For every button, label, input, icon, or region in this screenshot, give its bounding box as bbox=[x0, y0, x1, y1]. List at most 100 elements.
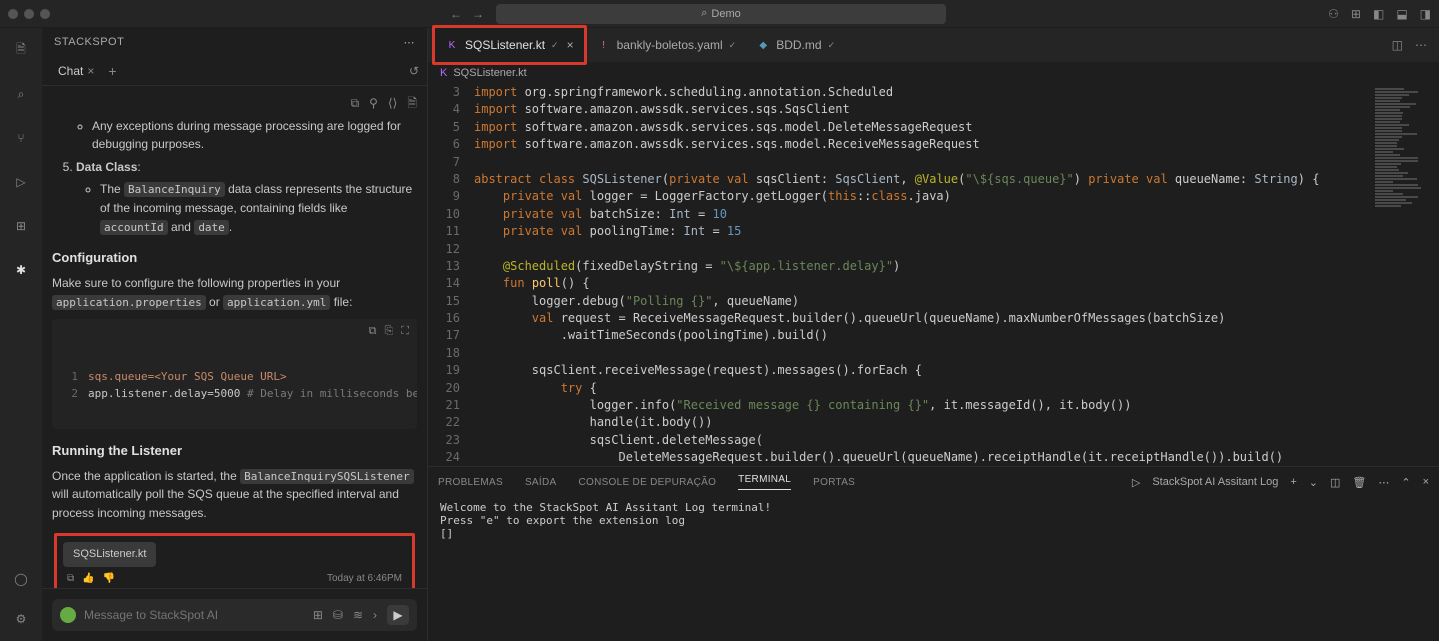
chat-doc-icon[interactable]: 🗎 bbox=[407, 94, 417, 113]
markdown-file-icon: ◆ bbox=[756, 38, 770, 52]
terminal-profile-label[interactable]: StackSpot AI Assitant Log bbox=[1152, 476, 1278, 488]
code-content[interactable]: import org.springframework.scheduling.an… bbox=[474, 84, 1439, 466]
sidebar-stackspot: STACKSPOT ⋯ Chat × + ↺ ⧉ ⚲ ⟨⟩ 🗎 Any exce… bbox=[42, 28, 428, 641]
breadcrumb-file: SQSListener.kt bbox=[453, 67, 526, 79]
terminal-body[interactable]: Welcome to the StackSpot AI Assitant Log… bbox=[428, 497, 1439, 641]
new-terminal-icon[interactable]: + bbox=[1290, 476, 1296, 488]
code-line: app.listener.delay=5000 bbox=[88, 387, 247, 400]
nav-back-icon[interactable]: ← bbox=[450, 7, 462, 21]
heading-configuration: Configuration bbox=[52, 248, 417, 268]
terminal-line: Welcome to the StackSpot AI Assitant Log… bbox=[440, 501, 771, 514]
avatar-icon bbox=[60, 607, 76, 623]
extensions-icon[interactable]: ⊞ bbox=[11, 216, 31, 236]
send-button[interactable]: ▶ bbox=[387, 605, 409, 625]
command-center[interactable]: ⌕ Demo bbox=[496, 4, 946, 24]
file-chip[interactable]: SQSListener.kt bbox=[63, 542, 156, 567]
minimap[interactable] bbox=[1369, 84, 1439, 466]
terminal-line: Press "e" to export the extension log bbox=[440, 514, 685, 527]
kill-terminal-icon[interactable]: 🗑 bbox=[1352, 476, 1366, 489]
nav-forward-icon[interactable]: → bbox=[472, 7, 484, 21]
panel-tab-debug[interactable]: CONSOLE DE DEPURAÇÃO bbox=[578, 477, 716, 488]
chat-input-field[interactable] bbox=[84, 608, 305, 622]
layout-customize-icon[interactable]: ⊞ bbox=[1351, 7, 1361, 21]
yaml-file-icon: ! bbox=[597, 38, 611, 52]
panel-tab-problems[interactable]: PROBLEMAS bbox=[438, 477, 503, 488]
thumbs-down-icon[interactable]: 👎 bbox=[103, 571, 115, 587]
chat-copy-icon[interactable]: ⧉ bbox=[351, 94, 360, 113]
panel-tab-output[interactable]: SAÍDA bbox=[525, 477, 557, 488]
terminal-dropdown-icon[interactable]: ⌄ bbox=[1309, 476, 1318, 489]
code-editor[interactable]: 3456789101112131415161718192021222324252… bbox=[428, 84, 1439, 466]
active-tab-highlight: K SQSListener.kt ✓ × bbox=[432, 25, 587, 65]
expand-code-icon[interactable]: ⛶ bbox=[401, 323, 409, 340]
thumbs-up-icon[interactable]: 👍 bbox=[82, 571, 94, 587]
code-app-yml: application.yml bbox=[223, 295, 330, 310]
editor-tabs: K SQSListener.kt ✓ × ! bankly-boletos.ya… bbox=[428, 28, 1439, 62]
tab-bankly-boletos[interactable]: ! bankly-boletos.yaml ✓ bbox=[587, 28, 747, 62]
code-date: date bbox=[194, 220, 229, 235]
copy-code-icon[interactable]: ⧉ bbox=[369, 323, 377, 340]
toggle-secondary-icon[interactable]: ◨ bbox=[1420, 7, 1431, 21]
chat-tab[interactable]: Chat × bbox=[50, 60, 102, 82]
chat-link-icon[interactable]: ⚲ bbox=[369, 94, 378, 113]
split-terminal-icon[interactable]: ◫ bbox=[1330, 476, 1340, 489]
heading-running: Running the Listener bbox=[52, 441, 417, 461]
saved-check-icon: ✓ bbox=[729, 40, 737, 51]
code-line: sqs.queue=<Your SQS Queue URL> bbox=[88, 370, 287, 383]
saved-check-icon: ✓ bbox=[828, 40, 836, 51]
search-placeholder: Demo bbox=[711, 8, 740, 20]
file-reference-highlight: SQSListener.kt ⧉ 👍 👎 Today at 6:46PM bbox=[54, 533, 415, 588]
text: file: bbox=[330, 295, 352, 309]
close-panel-icon[interactable]: × bbox=[1423, 476, 1429, 488]
saved-check-icon: ✓ bbox=[551, 40, 559, 51]
line-gutter: 3456789101112131415161718192021222324252… bbox=[428, 84, 474, 466]
breadcrumb[interactable]: K SQSListener.kt bbox=[428, 62, 1439, 84]
close-tab-icon[interactable]: × bbox=[567, 38, 574, 52]
toggle-panel-icon[interactable]: ⬓ bbox=[1396, 7, 1407, 21]
text: and bbox=[168, 220, 195, 234]
split-editor-icon[interactable]: ◫ bbox=[1392, 38, 1403, 52]
panel-tab-terminal[interactable]: TERMINAL bbox=[738, 474, 791, 490]
maximize-panel-icon[interactable]: ⌃ bbox=[1401, 476, 1410, 489]
minimize-window-icon[interactable] bbox=[24, 9, 34, 19]
tab-bdd-md[interactable]: ◆ BDD.md ✓ bbox=[746, 28, 845, 62]
close-chat-icon[interactable]: × bbox=[87, 64, 94, 78]
code-balanceinquiry: BalanceInquiry bbox=[124, 182, 225, 197]
sidebar-more-icon[interactable]: ⋯ bbox=[404, 36, 416, 49]
terminal-profile-icon: ▷ bbox=[1132, 476, 1140, 489]
close-window-icon[interactable] bbox=[8, 9, 18, 19]
stackspot-icon[interactable]: ✱ bbox=[11, 260, 31, 280]
chevron-right-icon[interactable]: › bbox=[373, 608, 377, 622]
copilot-icon[interactable]: ⚇ bbox=[1328, 7, 1339, 21]
layers-icon[interactable]: ≋ bbox=[353, 608, 363, 622]
chat-input[interactable]: ⊞ ⛁ ≋ › ▶ bbox=[52, 599, 417, 631]
tab-sqslistener[interactable]: K SQSListener.kt ✓ × bbox=[435, 28, 584, 62]
settings-gear-icon[interactable]: ⚙ bbox=[11, 609, 31, 629]
toggle-sidebar-icon[interactable]: ◧ bbox=[1373, 7, 1384, 21]
editor-group: K SQSListener.kt ✓ × ! bankly-boletos.ya… bbox=[428, 28, 1439, 641]
search-icon[interactable]: ⌕ bbox=[11, 84, 31, 104]
tab-label: bankly-boletos.yaml bbox=[617, 38, 723, 52]
source-control-icon[interactable]: ⑂ bbox=[11, 128, 31, 148]
history-icon[interactable]: ↺ bbox=[409, 64, 419, 78]
run-debug-icon[interactable]: ▷ bbox=[11, 172, 31, 192]
account-icon[interactable]: ◯ bbox=[11, 569, 31, 589]
attach-icon[interactable]: ⊞ bbox=[313, 608, 323, 622]
code-listener-class: BalanceInquirySQSListener bbox=[240, 469, 414, 484]
panel-more-icon[interactable]: ⋯ bbox=[1378, 476, 1389, 489]
editor-more-icon[interactable]: ⋯ bbox=[1415, 38, 1427, 52]
new-chat-icon[interactable]: + bbox=[108, 63, 116, 79]
timestamp: Today at 6:46PM bbox=[327, 571, 402, 587]
code-app-props: application.properties bbox=[52, 295, 206, 310]
explorer-icon[interactable]: 🗎 bbox=[11, 40, 31, 60]
activity-bar: 🗎 ⌕ ⑂ ▷ ⊞ ✱ ◯ ⚙ bbox=[0, 28, 42, 641]
maximize-window-icon[interactable] bbox=[40, 9, 50, 19]
chat-input-area: ⊞ ⛁ ≋ › ▶ bbox=[42, 588, 427, 641]
database-icon[interactable]: ⛁ bbox=[333, 608, 343, 622]
panel-tab-ports[interactable]: PORTAS bbox=[813, 477, 855, 488]
tab-label: BDD.md bbox=[776, 38, 821, 52]
tab-label: SQSListener.kt bbox=[465, 38, 545, 52]
chat-code-icon[interactable]: ⟨⟩ bbox=[388, 94, 397, 113]
copy-response-icon[interactable]: ⧉ bbox=[67, 571, 74, 587]
insert-code-icon[interactable]: ⎘ bbox=[384, 323, 393, 340]
